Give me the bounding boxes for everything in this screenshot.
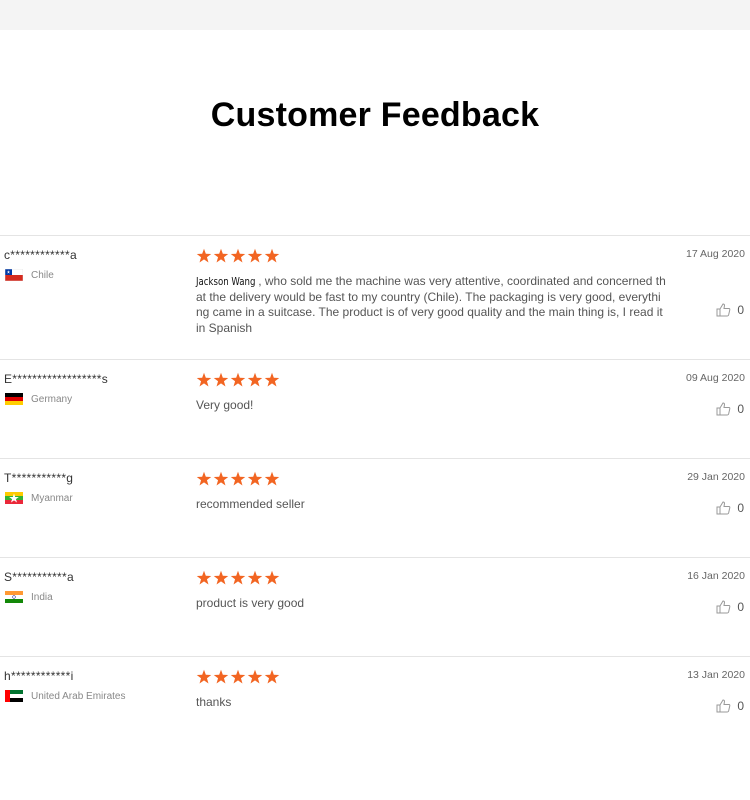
star-rating-graphic [196,372,280,387]
country-name: United Arab Emirates [31,690,126,702]
star-icon [196,471,212,486]
star-icon [213,471,229,486]
star-rating-graphic [196,471,280,486]
review-date: 09 Aug 2020 [686,372,745,384]
review-date: 13 Jan 2020 [687,669,745,681]
review-text: thanks [196,695,232,709]
star-rating-graphic [196,669,280,684]
star-icon [196,248,212,263]
germany-flag-icon [5,393,23,405]
like-count: 0 [737,303,744,317]
star-rating-graphic [196,570,280,585]
star-rating [196,669,280,685]
chile-flag-icon [5,269,23,281]
star-rating [196,570,280,586]
review-item: E******************s Germany Very good! … [0,359,750,458]
review-body: , who sold me the machine was very atten… [196,274,666,335]
star-rating [196,471,280,487]
like-button[interactable]: 0 [716,600,744,614]
uae-flag-icon [5,690,23,702]
reviewer-country: Myanmar [5,492,73,504]
reviewer-name: T***********g [4,471,74,485]
country-name: Myanmar [31,492,73,504]
reviewer-country: Germany [5,393,72,405]
myanmar-flag-icon [5,492,23,504]
review-item: c************a Chile Jackson Wang, who s… [0,235,750,359]
like-count: 0 [737,600,744,614]
country-name: Germany [31,393,73,405]
thumbs-up-icon [716,303,731,317]
top-bar [0,0,750,30]
star-icon [213,248,229,263]
star-icon [230,372,246,387]
star-icon [247,471,263,486]
thumbs-up-icon [716,501,731,515]
star-icon [264,471,280,486]
like-button[interactable]: 0 [716,699,744,713]
review-date: 16 Jan 2020 [687,570,745,582]
star-icon [196,570,212,585]
star-icon [213,570,229,585]
review-text: Very good! [196,398,254,412]
reviewer-name: c************a [4,248,77,262]
star-rating-graphic [196,248,280,263]
like-button[interactable]: 0 [716,402,744,416]
like-count: 0 [737,402,744,416]
thumbs-up-icon [716,402,731,416]
country-name: Chile [31,269,54,281]
reviewer-name: E******************s [4,372,109,386]
star-rating [196,248,280,264]
thumbs-up-icon [716,600,731,614]
star-icon [230,570,246,585]
india-flag-icon [5,591,23,603]
review-text: Jackson Wang, who sold me the machine wa… [196,274,666,336]
star-icon [264,669,280,684]
star-icon [247,248,263,263]
review-date: 17 Aug 2020 [686,248,745,260]
star-icon [230,669,246,684]
country-name: India [31,591,53,603]
reviewer-country: Chile [5,269,54,281]
star-icon [264,248,280,263]
star-icon [213,372,229,387]
review-item: h************i United Arab Emirates than… [0,656,750,755]
star-icon [247,570,263,585]
reviewer-name: h************i [4,669,74,683]
review-date: 29 Jan 2020 [687,471,745,483]
reviewer-name: S***********a [4,570,74,584]
star-icon [196,372,212,387]
like-button[interactable]: 0 [716,303,744,317]
star-icon [213,669,229,684]
star-icon [196,669,212,684]
reviewer-signature: Jackson Wang [196,275,256,288]
page-title: Customer Feedback [210,96,540,134]
star-rating [196,372,280,388]
star-icon [230,248,246,263]
thumbs-up-icon [716,699,731,713]
like-count: 0 [737,501,744,515]
reviewer-country: India [5,591,53,603]
star-icon [247,669,263,684]
review-text: recommended seller [196,497,305,511]
like-count: 0 [737,699,744,713]
reviewer-country: United Arab Emirates [5,690,126,702]
review-list: c************a Chile Jackson Wang, who s… [0,235,750,755]
review-item: S***********a India product is very good… [0,557,750,656]
star-icon [264,372,280,387]
star-icon [264,570,280,585]
star-icon [230,471,246,486]
like-button[interactable]: 0 [716,501,744,515]
review-text: product is very good [196,596,305,610]
star-icon [247,372,263,387]
review-item: T***********g Myanmar recommended seller… [0,458,750,557]
